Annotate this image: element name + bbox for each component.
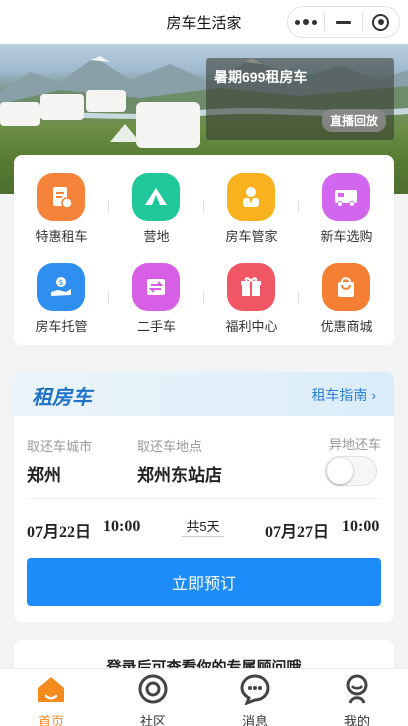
feature-label: 新车选购 xyxy=(320,229,373,244)
community-icon xyxy=(137,673,169,705)
shopping-bag-icon xyxy=(322,263,370,311)
pickup-time[interactable]: 10:00 xyxy=(103,518,140,536)
message-icon xyxy=(239,673,271,705)
rv-car-icon xyxy=(322,173,370,221)
profile-icon xyxy=(341,673,373,705)
bottom-tab-bar: 首页 社区 消息 我的 xyxy=(0,668,408,726)
feature-label: 福利中心 xyxy=(225,319,278,334)
live-replay-badge[interactable]: 直播回放 xyxy=(321,109,386,132)
hand-coin-icon: $ xyxy=(37,263,85,311)
tab-label: 社区 xyxy=(139,714,166,726)
feature-label: 特惠租车 xyxy=(35,229,88,244)
rental-days: 共5天 xyxy=(182,516,224,537)
rent-rv-card: 租房车 租车指南 › 取还车城市 郑州 取还车地点 郑州东站店 异地还车 07月… xyxy=(14,372,394,622)
tab-label: 首页 xyxy=(37,714,64,726)
tent-icon xyxy=(132,173,180,221)
book-now-button[interactable]: 立即预订 xyxy=(27,558,381,606)
butler-icon xyxy=(227,173,275,221)
document-coupon-icon xyxy=(37,173,85,221)
other-return-label: 异地还车 xyxy=(329,437,382,452)
tab-label: 消息 xyxy=(241,714,268,726)
swap-car-icon xyxy=(132,263,180,311)
toggle-knob xyxy=(327,458,353,484)
home-icon xyxy=(35,673,67,705)
top-bar: 房车生活家 xyxy=(0,0,408,44)
pickup-city-label: 取还车城市 xyxy=(27,439,93,454)
tab-messages[interactable]: 消息 xyxy=(204,669,306,726)
rv-image xyxy=(0,102,40,126)
tab-label: 我的 xyxy=(343,714,370,726)
feature-label: 房车托管 xyxy=(35,319,88,334)
return-date[interactable]: 07月27日 xyxy=(265,518,329,542)
feature-campsite[interactable]: 营地 xyxy=(109,163,204,244)
feature-label: 优惠商城 xyxy=(320,319,373,334)
minimize-icon xyxy=(335,20,351,24)
banner-title: 暑期699租房车 xyxy=(214,69,308,85)
minimize-button[interactable] xyxy=(325,7,361,37)
more-dots-icon xyxy=(295,19,318,25)
gift-icon xyxy=(227,263,275,311)
feature-label: 房车管家 xyxy=(225,229,278,244)
rent-card-header: 租房车 租车指南 › xyxy=(14,372,394,416)
rv-image xyxy=(86,90,126,112)
pickup-location-label: 取还车地点 xyxy=(137,439,203,454)
tab-community[interactable]: 社区 xyxy=(102,669,204,726)
return-time[interactable]: 10:00 xyxy=(342,518,379,536)
feature-rv-butler[interactable]: 房车管家 xyxy=(204,163,299,244)
close-button[interactable] xyxy=(363,7,399,37)
rent-guide-link[interactable]: 租车指南 › xyxy=(311,385,376,405)
feature-label: 营地 xyxy=(143,229,170,244)
feature-special-rent[interactable]: 特惠租车 xyxy=(14,163,109,244)
feature-welfare-center[interactable]: 福利中心 xyxy=(204,253,299,334)
more-button[interactable] xyxy=(288,7,324,37)
tab-home[interactable]: 首页 xyxy=(0,669,102,726)
feature-used-car[interactable]: 二手车 xyxy=(109,253,204,334)
rv-image xyxy=(40,94,84,120)
banner-caption: 暑期699租房车 直播回放 xyxy=(206,58,394,140)
feature-label: 二手车 xyxy=(136,319,176,334)
pickup-date[interactable]: 07月22日 xyxy=(27,518,91,542)
feature-rv-custody[interactable]: $ 房车托管 xyxy=(14,253,109,334)
rv-image xyxy=(136,102,200,148)
other-return-toggle[interactable] xyxy=(325,456,377,486)
feature-grid: 特惠租车 营地 房车管家 新车选购 $ 房车托管 二手车 福利中心 优惠商城 xyxy=(14,155,394,345)
svg-text:$: $ xyxy=(58,278,63,287)
feature-discount-mall[interactable]: 优惠商城 xyxy=(299,253,394,334)
feature-new-car[interactable]: 新车选购 xyxy=(299,163,394,244)
record-circle-icon xyxy=(372,13,390,31)
pickup-city-value[interactable]: 郑州 xyxy=(27,461,61,486)
rent-title: 租房车 xyxy=(32,387,92,409)
tab-profile[interactable]: 我的 xyxy=(306,669,408,726)
mini-program-capsule xyxy=(287,6,400,38)
pickup-location-value[interactable]: 郑州东站店 xyxy=(137,461,222,486)
